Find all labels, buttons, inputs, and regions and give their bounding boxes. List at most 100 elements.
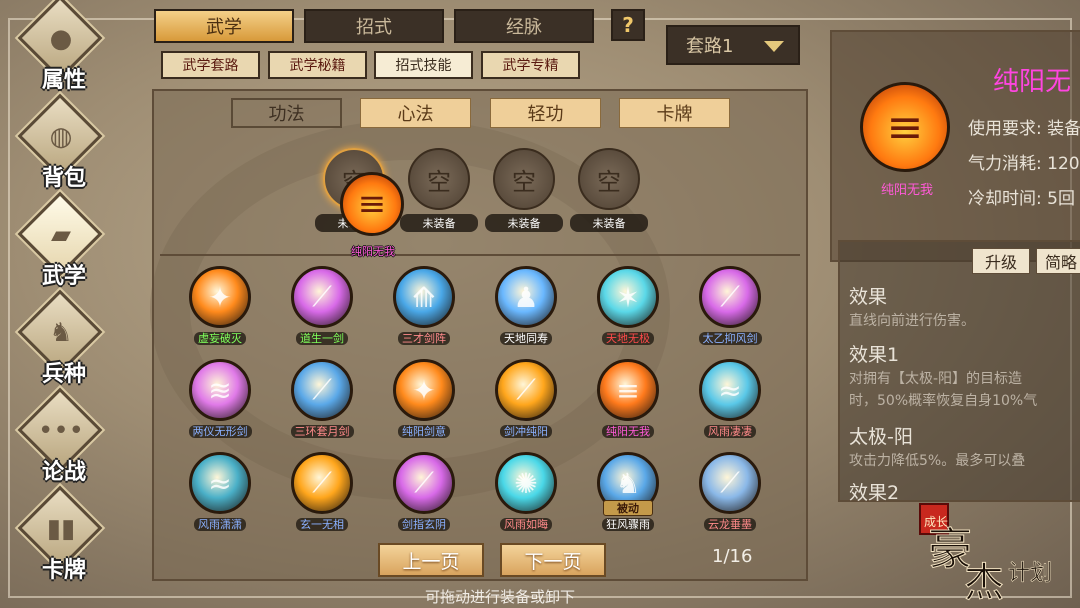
skill-icon: ✦ (393, 359, 455, 421)
skill-icon: ≈ (189, 452, 251, 514)
tab-martial-arts[interactable]: 武学 (154, 9, 294, 43)
skill-item[interactable]: ⟋ 三环套月剑 (282, 359, 362, 451)
skill-icon: ⟋ (393, 452, 455, 514)
skill-icon: ≈ (699, 359, 761, 421)
skill-item[interactable]: ♟ 天地同寿 (486, 266, 566, 358)
effect-title: 效果 (849, 286, 888, 308)
skill-name: 纯阳无 (993, 67, 1072, 97)
passive-badge: 被动 (603, 500, 653, 516)
tab-technique[interactable]: 功法 (231, 98, 342, 128)
effect-text: 对拥有【太极-阳】的目标造 (849, 371, 1023, 387)
skill-item[interactable]: ✺ 风雨如晦 (486, 452, 566, 544)
skill-label: 云龙垂墨 (686, 516, 774, 532)
skill-item[interactable]: ⟋ 云龙垂墨 (690, 452, 770, 544)
skill-item[interactable]: ≡ 纯阳无我 (588, 359, 668, 451)
skill-item[interactable]: ✶ 天地无极 (588, 266, 668, 358)
sidebar-item-debate[interactable]: ••• 论战 (17, 387, 104, 488)
brief-button[interactable]: 简略 (1036, 248, 1080, 274)
tab-inner-art[interactable]: 心法 (360, 98, 471, 128)
sidebar-item-cards[interactable]: ▮▮ 卡牌 (17, 485, 104, 586)
next-page-button[interactable]: 下一页 (500, 543, 606, 577)
skill-label: 风雨如晦 (482, 516, 570, 532)
effect-title: 效果1 (849, 344, 900, 366)
skill-label: 剑冲纯阳 (482, 423, 570, 439)
person-icon: ● (49, 24, 73, 54)
skill-item[interactable]: ⟋ 玄一无相 (282, 452, 362, 544)
skill-label: 三环套月剑 (278, 423, 366, 439)
sidebar-item-attributes[interactable]: ● 属性 (17, 0, 104, 96)
skill-item[interactable]: ♞ 被动 狂风骤雨 (588, 452, 668, 544)
cavalry-icon: ♞ (49, 318, 73, 348)
skill-cooldown: 冷却时间: 5回 (968, 189, 1075, 209)
game-logo: 成长 豪 杰 计划 (918, 498, 1078, 607)
dragged-skill-label: 纯阳无我 (351, 245, 395, 258)
skill-item[interactable]: ⟋ 剑指玄阴 (384, 452, 464, 544)
skill-icon: ⟋ (699, 452, 761, 514)
subtab-routines[interactable]: 武学套路 (161, 51, 260, 79)
skill-icon: ♟ (495, 266, 557, 328)
skill-item[interactable]: ✦ 纯阳剑意 (384, 359, 464, 451)
svg-text:杰: 杰 (964, 560, 1004, 604)
subtab-skills[interactable]: 招式技能 (374, 51, 473, 79)
skill-label: 风雨潇潇 (176, 516, 264, 532)
prev-page-button[interactable]: 上一页 (378, 543, 484, 577)
effect-title: 效果2 (849, 482, 900, 504)
skill-item[interactable]: ⟋ 太乙抑风剑 (690, 266, 770, 358)
dragged-skill-icon[interactable]: ≡ (340, 172, 404, 236)
skill-icon: ✶ (597, 266, 659, 328)
sidebar-item-bag[interactable]: ◍ 背包 (17, 93, 104, 194)
skill-label: 三才剑阵 (380, 330, 468, 346)
help-button[interactable]: ? (611, 9, 645, 41)
sidebar-item-troops[interactable]: ♞ 兵种 (17, 289, 104, 390)
skill-label: 天地无极 (584, 330, 672, 346)
upgrade-button[interactable]: 升级 (972, 248, 1030, 274)
chat-icon: ••• (38, 416, 85, 446)
effect-text: 攻击力降低5%。最多可以叠 (849, 453, 1026, 469)
skill-icon: ⟋ (699, 266, 761, 328)
svg-text:计划: 计划 (1008, 561, 1052, 586)
skill-label: 狂风骤雨 (584, 516, 672, 532)
skill-icon: ⟋ (495, 359, 557, 421)
skill-icon: ≋ (189, 359, 251, 421)
skill-label: 虚妄破灭 (176, 330, 264, 346)
equip-slot[interactable]: 空 未装备 (570, 148, 648, 232)
skill-label: 两仪无形剑 (176, 423, 264, 439)
skill-item[interactable]: ≈ 风雨潇潇 (180, 452, 260, 544)
skill-item[interactable]: ≈ 风雨凄凄 (690, 359, 770, 451)
tab-lightness[interactable]: 轻功 (490, 98, 601, 128)
skill-icon: ≡ (597, 359, 659, 421)
skill-item[interactable]: ⟋ 道生一剑 (282, 266, 362, 358)
skill-label: 道生一剑 (278, 330, 366, 346)
subtab-manuals[interactable]: 武学秘籍 (268, 51, 367, 79)
skill-label: 风雨凄凄 (686, 423, 774, 439)
skill-icon: ✦ (189, 266, 251, 328)
loadout-dropdown[interactable]: 套路1 (666, 25, 800, 65)
skill-item[interactable]: ⟰ 三才剑阵 (384, 266, 464, 358)
subtab-specialization[interactable]: 武学专精 (481, 51, 580, 79)
skill-label: 玄一无相 (278, 516, 366, 532)
effect-text: 直线向前进行伤害。 (849, 313, 975, 329)
tab-moves[interactable]: 招式 (304, 9, 444, 43)
sidebar-item-label: 兵种 (41, 361, 86, 387)
tab-meridians[interactable]: 经脉 (454, 9, 594, 43)
sidebar-item-martial-arts[interactable]: ▰ 武学 (17, 191, 104, 292)
skill-item[interactable]: ✦ 虚妄破灭 (180, 266, 260, 358)
game-screen: ● 属性 ◍ 背包 ▰ 武学 ♞ 兵种 ••• 论战 ▮▮ 卡牌 武学 招式 经… (0, 0, 1080, 608)
skill-item[interactable]: ⟋ 剑冲纯阳 (486, 359, 566, 451)
skill-icon: ⟋ (291, 452, 353, 514)
flame-icon: ≡ (860, 82, 950, 172)
equip-slot[interactable]: 空 未装备 (400, 148, 478, 232)
skill-icon: ⟋ (291, 266, 353, 328)
skill-label: 纯阳剑意 (380, 423, 468, 439)
sidebar-item-label: 属性 (41, 67, 86, 93)
divider (160, 254, 800, 256)
flame-icon: ≡ (357, 184, 387, 224)
sidebar-item-label: 论战 (41, 459, 86, 485)
skill-icon: ✺ (495, 452, 557, 514)
skill-requirement: 使用要求: 装备 (968, 119, 1080, 139)
page-indicator: 1/16 (712, 546, 753, 567)
equip-slot[interactable]: 空 未装备 (485, 148, 563, 232)
cards-icon: ▮▮ (46, 514, 76, 544)
skill-item[interactable]: ≋ 两仪无形剑 (180, 359, 260, 451)
tab-cards[interactable]: 卡牌 (619, 98, 730, 128)
